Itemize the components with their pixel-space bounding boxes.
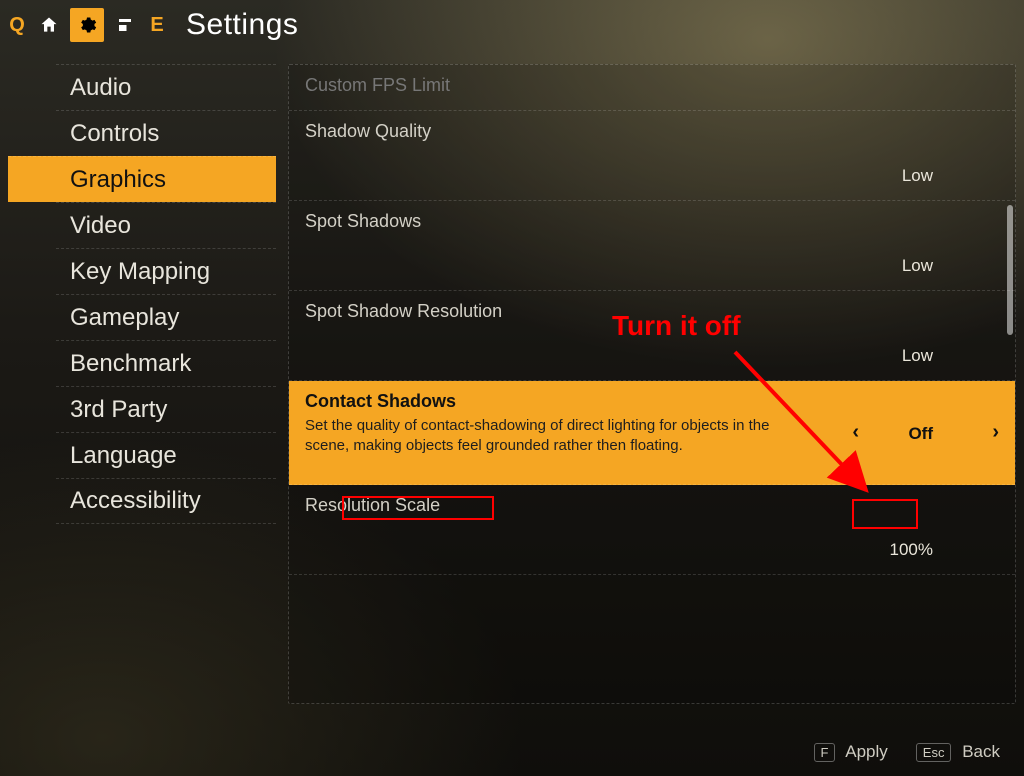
- chevron-left-icon[interactable]: ‹: [852, 421, 859, 444]
- setting-row-shadow-quality[interactable]: Shadow Quality Low: [289, 111, 1015, 201]
- map-icon[interactable]: [108, 8, 142, 42]
- setting-row-spot-shadow-resolution[interactable]: Spot Shadow Resolution Low: [289, 291, 1015, 381]
- tab-left-hint: Q: [6, 14, 28, 37]
- setting-row-contact-shadows[interactable]: Contact Shadows Set the quality of conta…: [289, 381, 1015, 485]
- apply-label: Apply: [845, 742, 888, 761]
- setting-value: 100%: [890, 540, 933, 560]
- back-button[interactable]: Esc Back: [916, 742, 1000, 762]
- sidebar-item-gameplay[interactable]: Gameplay: [56, 294, 276, 340]
- footer-actions: F Apply Esc Back: [814, 742, 1000, 762]
- sidebar-item-accessibility[interactable]: Accessibility: [56, 478, 276, 524]
- setting-value: Low: [902, 256, 933, 276]
- settings-gear-icon[interactable]: [70, 8, 104, 42]
- scrollbar-thumb[interactable]: [1007, 205, 1013, 335]
- sidebar-item-video[interactable]: Video: [56, 202, 276, 248]
- settings-category-list: Audio Controls Graphics Video Key Mappin…: [8, 46, 276, 706]
- key-hint: F: [814, 743, 836, 762]
- key-hint: Esc: [916, 743, 952, 762]
- setting-description: Set the quality of contact-shadowing of …: [305, 416, 795, 457]
- sidebar-item-audio[interactable]: Audio: [56, 64, 276, 110]
- top-bar: Q E Settings: [0, 0, 1024, 46]
- sidebar-item-controls[interactable]: Controls: [56, 110, 276, 156]
- setting-label: Contact Shadows: [305, 391, 997, 412]
- sidebar-item-language[interactable]: Language: [56, 432, 276, 478]
- setting-value: Off: [908, 424, 933, 444]
- setting-value: Low: [902, 166, 933, 186]
- setting-row-spot-shadows[interactable]: Spot Shadows Low: [289, 201, 1015, 291]
- sidebar-item-graphics[interactable]: Graphics: [8, 156, 276, 202]
- page-title: Settings: [186, 8, 298, 42]
- chevron-right-icon[interactable]: ›: [992, 421, 999, 444]
- setting-label: Spot Shadow Resolution: [305, 301, 997, 322]
- back-label: Back: [962, 742, 1000, 761]
- home-icon[interactable]: [32, 8, 66, 42]
- setting-value: Low: [902, 346, 933, 366]
- setting-row-custom-fps-limit[interactable]: Custom FPS Limit: [289, 65, 1015, 111]
- sidebar-item-3rd-party[interactable]: 3rd Party: [56, 386, 276, 432]
- setting-label: Shadow Quality: [305, 121, 997, 142]
- setting-row-resolution-scale[interactable]: Resolution Scale 100%: [289, 485, 1015, 575]
- setting-label: Spot Shadows: [305, 211, 997, 232]
- setting-label: Custom FPS Limit: [305, 75, 997, 96]
- sidebar-item-key-mapping[interactable]: Key Mapping: [56, 248, 276, 294]
- setting-label: Resolution Scale: [305, 495, 997, 516]
- settings-pane: Custom FPS Limit Shadow Quality Low Spot…: [288, 64, 1016, 704]
- sidebar-item-benchmark[interactable]: Benchmark: [56, 340, 276, 386]
- apply-button[interactable]: F Apply: [814, 742, 888, 762]
- tab-right-hint: E: [146, 14, 168, 37]
